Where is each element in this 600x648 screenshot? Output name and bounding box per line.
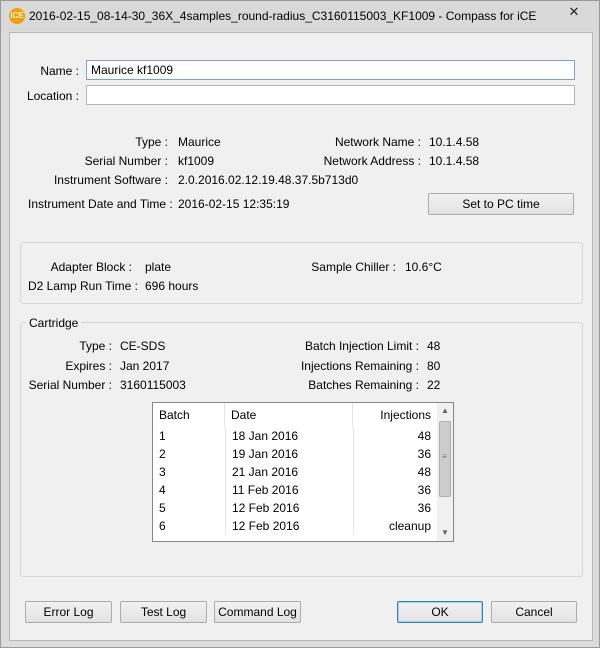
sample-chiller-value: 10.6°C — [405, 260, 442, 274]
table-scrollbar[interactable]: ▲ ≡ ▼ — [437, 403, 453, 541]
injections-cell: 36 — [353, 499, 437, 517]
window-title: 2016-02-15_08-14-30_36X_4samples_round-r… — [29, 9, 537, 23]
batch-cell: 3 — [159, 465, 166, 479]
injections-cell: 48 — [353, 427, 437, 445]
datetime-value: 2016-02-15 12:35:19 — [178, 197, 290, 211]
injections-cell: 36 — [353, 445, 437, 463]
table-header: Batch Date Injections — [153, 403, 437, 427]
dialog-content: Name : Maurice kf1009 Location : Type : … — [9, 32, 593, 641]
column-header-date[interactable]: Date — [225, 403, 353, 427]
expires-value: Jan 2017 — [120, 359, 170, 373]
date-cell: 19 Jan 2016 — [225, 445, 353, 463]
title-bar[interactable]: iCE 2016-02-15_08-14-30_36X_4samples_rou… — [1, 1, 599, 31]
date-cell: 11 Feb 2016 — [225, 481, 353, 499]
network-address-value: 10.1.4.58 — [429, 154, 480, 168]
dialog-window: iCE 2016-02-15_08-14-30_36X_4samples_rou… — [0, 0, 600, 648]
batch-table[interactable]: Batch Date Injections 1 18 Jan 2016 48 2… — [152, 402, 454, 542]
close-button[interactable]: ✕ — [552, 2, 596, 22]
close-icon: ✕ — [568, 4, 580, 19]
set-pc-time-button[interactable]: Set to PC time — [428, 193, 574, 215]
expires-label: Expires : — [65, 359, 112, 373]
serial-value: kf1009 — [178, 154, 215, 168]
network-name-value: 10.1.4.58 — [429, 135, 480, 149]
ok-button[interactable]: OK — [397, 601, 483, 623]
test-log-button[interactable]: Test Log — [120, 601, 207, 623]
type-label: Type : — [135, 135, 168, 149]
software-label: Instrument Software : — [53, 173, 168, 187]
table-row[interactable]: 2 19 Jan 2016 36 — [153, 445, 437, 463]
lamp-run-time-label: D2 Lamp Run Time : — [27, 279, 138, 293]
sample-chiller-label: Sample Chiller : — [311, 260, 396, 274]
adapter-block-value: plate — [145, 260, 172, 274]
table-row[interactable]: 4 11 Feb 2016 36 — [153, 481, 437, 499]
injections-remaining-label: Injections Remaining : — [300, 359, 419, 373]
grip-icon: ≡ — [442, 452, 447, 461]
scroll-down-icon[interactable]: ▼ — [437, 525, 453, 541]
cartridge-group-title: Cartridge — [26, 316, 82, 330]
serial-label: Serial Number : — [84, 154, 168, 168]
column-header-injections[interactable]: Injections — [353, 403, 437, 427]
lamp-run-time-value: 696 hours — [145, 279, 199, 293]
error-log-button[interactable]: Error Log — [25, 601, 112, 623]
batch-cell: 5 — [159, 501, 166, 515]
table-row[interactable]: 5 12 Feb 2016 36 — [153, 499, 437, 517]
software-value: 2.0.2016.02.12.19.48.37.5b713d0 — [178, 173, 359, 187]
injections-cell: 48 — [353, 463, 437, 481]
injections-remaining-value: 80 — [427, 359, 441, 373]
batch-limit-value: 48 — [427, 339, 441, 353]
cartridge-serial-value: 3160115003 — [120, 378, 186, 392]
cancel-button[interactable]: Cancel — [491, 601, 577, 623]
cartridge-type-value: CE-SDS — [120, 339, 166, 353]
date-cell: 21 Jan 2016 — [225, 463, 353, 481]
table-row[interactable]: 1 18 Jan 2016 48 — [153, 427, 437, 445]
date-cell: 18 Jan 2016 — [225, 427, 353, 445]
injections-cell: cleanup — [353, 517, 437, 535]
batch-cell: 4 — [159, 483, 166, 497]
column-header-batch[interactable]: Batch — [153, 403, 225, 427]
scroll-up-icon[interactable]: ▲ — [437, 403, 453, 419]
cartridge-type-label: Type : — [79, 339, 112, 353]
network-name-label: Network Name : — [334, 135, 421, 149]
location-input[interactable] — [86, 85, 575, 105]
adapter-block-label: Adapter Block : — [50, 260, 132, 274]
batches-remaining-value: 22 — [427, 378, 441, 392]
table-row[interactable]: 6 12 Feb 2016 cleanup — [153, 517, 437, 535]
cartridge-serial-label: Serial Number : — [28, 378, 112, 392]
command-log-button[interactable]: Command Log — [214, 601, 301, 623]
date-cell: 12 Feb 2016 — [225, 499, 353, 517]
batch-cell: 2 — [159, 447, 166, 461]
name-label: Name : — [40, 64, 79, 78]
app-icon: iCE — [9, 8, 25, 24]
location-label: Location : — [26, 89, 79, 103]
name-input[interactable]: Maurice kf1009 — [86, 60, 575, 80]
table-row[interactable]: 3 21 Jan 2016 48 — [153, 463, 437, 481]
batch-cell: 1 — [159, 429, 166, 443]
date-cell: 12 Feb 2016 — [225, 517, 353, 535]
network-address-label: Network Address : — [323, 154, 421, 168]
batches-remaining-label: Batches Remaining : — [308, 378, 419, 392]
injections-cell: 36 — [353, 481, 437, 499]
scroll-thumb[interactable]: ≡ — [439, 421, 451, 497]
datetime-label: Instrument Date and Time : — [28, 197, 173, 211]
batch-limit-label: Batch Injection Limit : — [304, 339, 419, 353]
batch-cell: 6 — [159, 519, 166, 533]
type-value: Maurice — [178, 135, 221, 149]
